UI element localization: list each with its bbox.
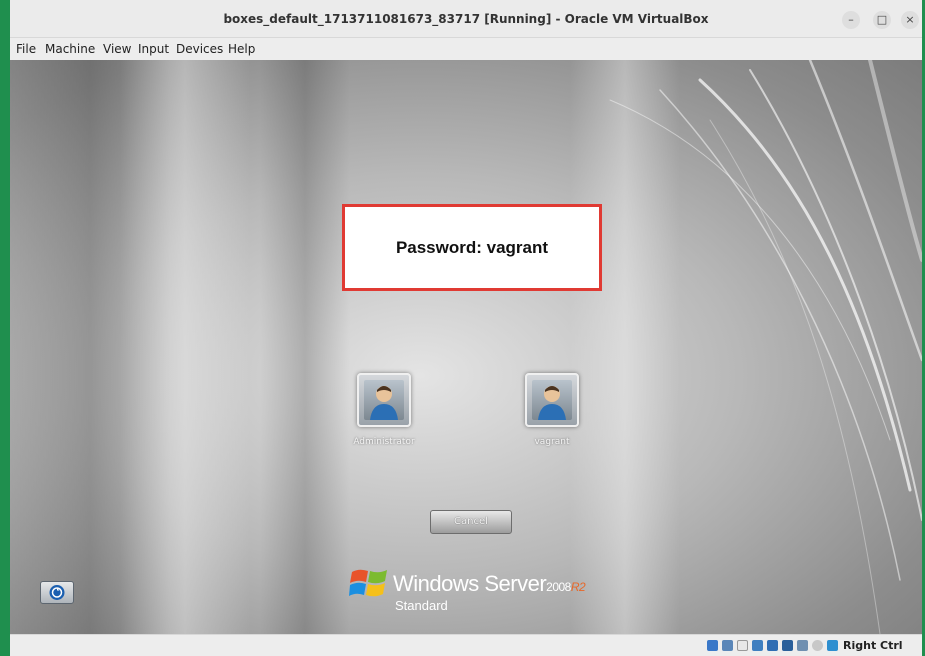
menu-help[interactable]: Help [226,38,257,60]
title-bar[interactable]: boxes_default_1713711081673_83717 [Runni… [10,0,922,38]
menu-bar: File Machine View Input Devices Help [10,38,922,60]
maximize-button[interactable]: □ [873,11,891,29]
user-name-vagrant: vagrant [534,437,570,447]
menu-input[interactable]: Input [136,38,171,60]
user-tile-vagrant[interactable] [525,373,579,427]
shared-folder-icon[interactable] [782,640,793,651]
ease-of-access-icon [49,585,65,600]
ease-of-access-button[interactable] [40,581,74,604]
cpu-icon[interactable] [827,640,838,651]
virtualbox-window: boxes_default_1713711081673_83717 [Runni… [10,0,922,656]
guest-display[interactable]: Password: vagrant Administrator vagrant … [10,60,922,634]
recording-icon[interactable] [812,640,823,651]
floppy-icon[interactable] [737,640,748,651]
windows-flag-icon [349,569,387,597]
password-annotation-text: Password: vagrant [395,238,549,257]
logon-background [10,60,922,634]
user-avatar-icon [532,380,572,420]
optical-drive-icon[interactable] [722,640,733,651]
hard-disk-icon[interactable] [707,640,718,651]
menu-file[interactable]: File [14,38,38,60]
brand-release: R2 [570,580,586,594]
windows-server-branding: Windows Server2008R2 Standard [349,565,609,621]
left-desktop-edge [0,0,10,656]
cancel-button[interactable]: Cancel [430,510,512,534]
menu-view[interactable]: View [101,38,133,60]
user-avatar-icon [364,380,404,420]
password-annotation-box: Password: vagrant [342,204,602,291]
usb-icon[interactable] [767,640,778,651]
network-icon[interactable] [752,640,763,651]
status-bar: Right Ctrl [10,634,922,656]
menu-devices[interactable]: Devices [174,38,225,60]
user-name-administrator: Administrator [353,437,415,447]
brand-edition: Standard [395,598,448,613]
minimize-button[interactable]: – [842,11,860,29]
user-tile-administrator[interactable] [357,373,411,427]
brand-name: Windows Server2008R2 [393,571,586,597]
close-button[interactable]: × [901,11,919,29]
display-icon[interactable] [797,640,808,651]
brand-year: 2008 [546,580,571,594]
brand-product: Windows Server [393,571,547,596]
window-title: boxes_default_1713711081673_83717 [Runni… [223,12,709,26]
host-key-label[interactable]: Right Ctrl [843,635,903,656]
menu-machine[interactable]: Machine [43,38,97,60]
